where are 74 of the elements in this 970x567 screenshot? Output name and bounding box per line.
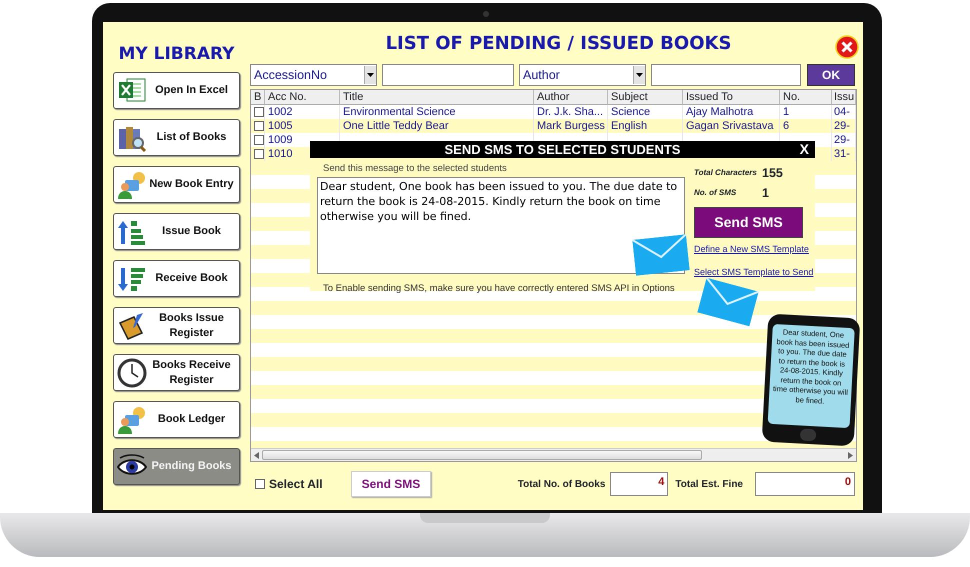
sidebar-button[interactable]: List of Books xyxy=(113,119,240,156)
total-books-field: 4 xyxy=(610,472,668,496)
sidebar-button[interactable]: Book Ledger xyxy=(113,401,240,438)
ok-button[interactable]: OK xyxy=(807,64,855,86)
caret-icon xyxy=(367,73,374,77)
total-fine-label: Total Est. Fine xyxy=(675,478,743,492)
table-cell: Mark Burgess xyxy=(537,120,605,132)
envelope-icon xyxy=(632,234,690,276)
table-cell: 29- xyxy=(834,134,850,146)
table-cell: Dr. J.k. Sha... xyxy=(537,106,604,118)
total-fine-field: 0 xyxy=(755,472,855,496)
table-cell: English xyxy=(611,120,648,132)
scroll-left-icon[interactable] xyxy=(254,452,259,458)
table-cell: 29- xyxy=(834,120,850,132)
sidebar-button[interactable]: Books Receive Register xyxy=(113,354,240,391)
table-cell: 1010 xyxy=(268,148,292,160)
template-link[interactable]: Select SMS Template to Send xyxy=(694,266,814,279)
close-icon[interactable] xyxy=(835,35,859,59)
scroll-right-icon[interactable] xyxy=(848,452,853,458)
people-icon xyxy=(117,404,147,434)
send-sms-button[interactable]: Send SMS xyxy=(694,207,803,238)
sidebar-button[interactable]: Issue Book xyxy=(113,213,240,250)
column-header[interactable]: Issu xyxy=(832,90,856,105)
total-characters-value: 155 xyxy=(762,164,783,182)
horizontal-scrollbar[interactable] xyxy=(251,448,856,461)
template-link[interactable]: Define a New SMS Template xyxy=(694,243,814,256)
table-cell: Ajay Malhotra xyxy=(686,106,754,118)
clock-icon xyxy=(117,358,147,388)
send-sms-button[interactable]: Send SMS xyxy=(350,471,432,497)
input-field[interactable] xyxy=(651,64,801,86)
column-header[interactable]: No. xyxy=(780,90,832,105)
app-title: MY LIBRARY xyxy=(118,43,236,64)
table-cell: 6 xyxy=(783,120,790,132)
column-header[interactable]: Issued To xyxy=(683,90,780,105)
table-cell: 04- xyxy=(834,106,850,118)
scroll-thumb[interactable] xyxy=(262,450,702,460)
page-title: LIST OF PENDING / ISSUED BOOKS xyxy=(386,32,732,56)
input-field[interactable] xyxy=(382,64,514,86)
table-cell: Science xyxy=(611,106,650,118)
total-characters-label: Total Characters xyxy=(694,167,758,179)
column-header[interactable]: Acc No. xyxy=(265,90,340,105)
dropdown[interactable]: Author xyxy=(519,64,646,86)
column-header[interactable]: Subject xyxy=(608,90,683,105)
note-text: To Enable sending SMS, make sure you have correctly entered SMS API in Options xyxy=(322,282,676,296)
table-cell: 31- xyxy=(834,148,850,160)
row-checkbox[interactable] xyxy=(254,121,264,131)
column-header[interactable]: Author xyxy=(534,90,608,105)
total-books-label: Total No. of Books xyxy=(518,478,606,492)
table-cell: 1 xyxy=(783,106,790,118)
sidebar-button[interactable]: Receive Book xyxy=(113,260,240,297)
table-cell: 1002 xyxy=(268,106,292,118)
row-checkbox[interactable] xyxy=(254,107,264,117)
sidebar-button[interactable]: Open In Excel xyxy=(113,72,240,109)
table-cell: One Little Teddy Bear xyxy=(343,120,449,132)
dropdown[interactable]: AccessionNo xyxy=(250,64,377,86)
people-icon xyxy=(117,170,147,200)
table-row[interactable]: 1005 One Little Teddy Bear Mark Burgess English Gagan Srivastava 6 29- xyxy=(251,119,856,133)
table-cell: 1005 xyxy=(268,120,292,132)
column-header[interactable]: B xyxy=(251,90,265,105)
row-checkbox[interactable] xyxy=(254,149,264,159)
caret-icon xyxy=(636,73,643,77)
camera-dot xyxy=(483,11,489,17)
sms-count-value: 1 xyxy=(762,184,769,202)
column-header[interactable]: Title xyxy=(340,90,534,105)
select-all-checkbox[interactable]: Select All xyxy=(255,475,323,493)
prompt-text: Send this message to the selected students xyxy=(322,162,508,176)
table-cell: Environmental Science xyxy=(343,106,456,118)
sidebar-button[interactable]: New Book Entry xyxy=(113,166,240,203)
sidebar-button[interactable]: Books Issue Register xyxy=(113,307,240,344)
sms-count-label: No. of SMS xyxy=(694,187,738,199)
table-cell: 1009 xyxy=(268,134,292,146)
message-field[interactable]: Dear student, One book has been issued to you. The due date to return the book is 24-08-2015. Kindly return the book on time otherwise you will be fined. xyxy=(317,177,685,274)
table-cell: Gagan Srivastava xyxy=(686,120,774,132)
row-checkbox[interactable] xyxy=(254,135,264,145)
